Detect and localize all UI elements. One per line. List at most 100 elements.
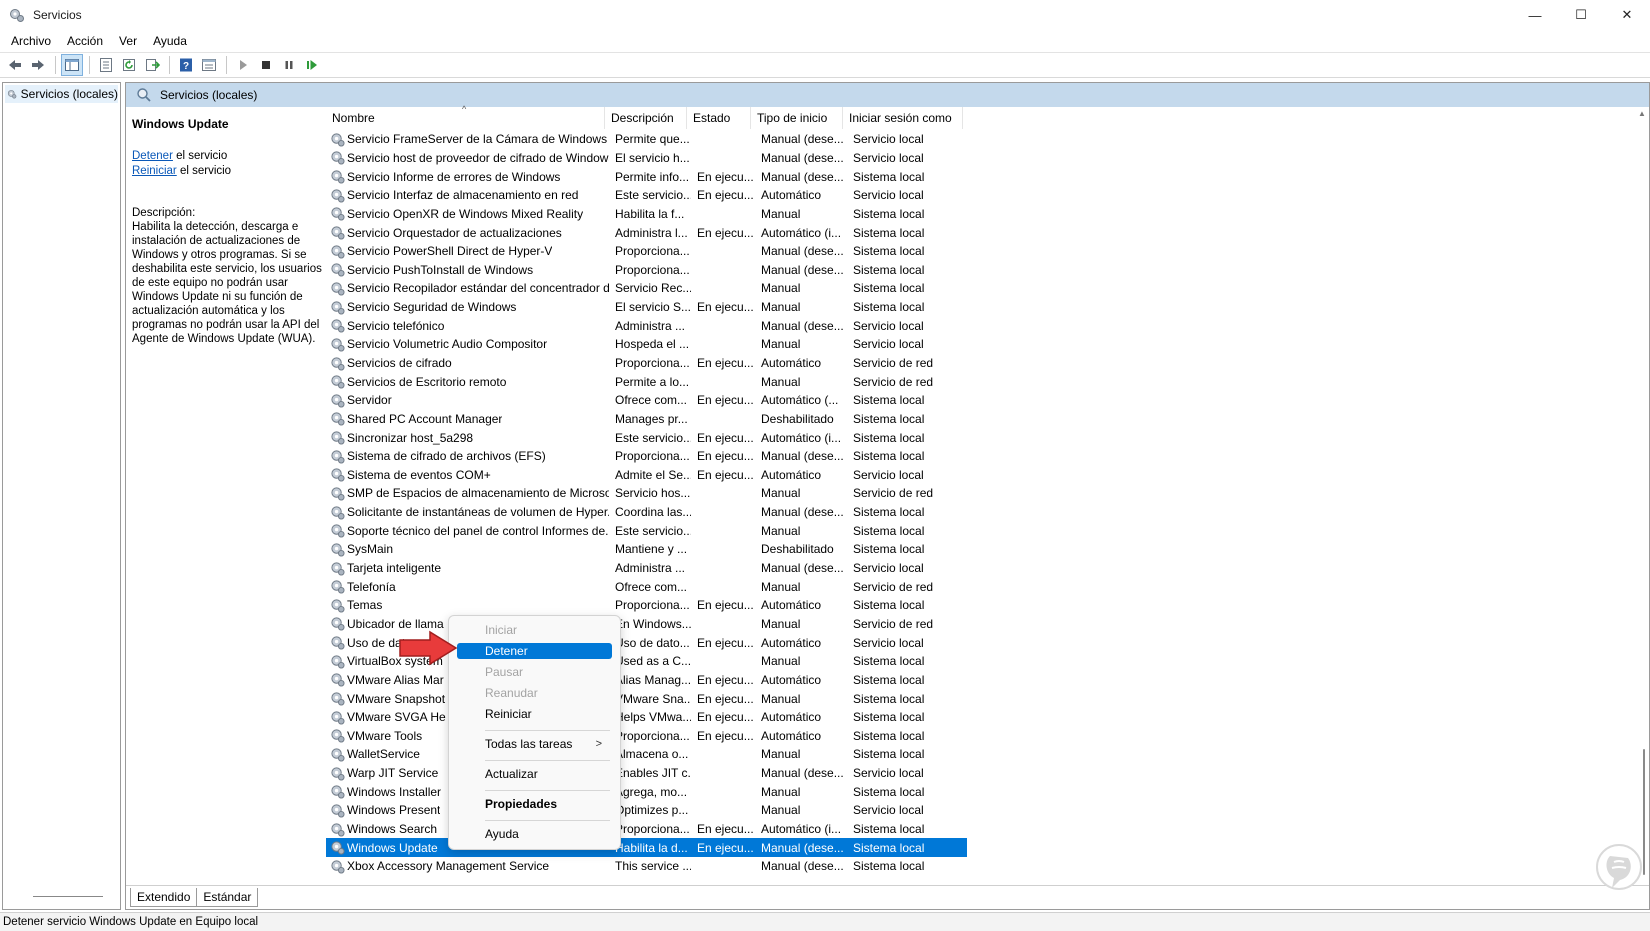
cell-estado: En ejecu... [697,300,754,315]
column-header-tipo-inicio[interactable]: Tipo de inicio [751,107,843,129]
table-row[interactable]: Xbox Accessory Management Service This se… [326,857,967,876]
svg-text:?: ? [183,61,189,72]
column-header-iniciar-sesion[interactable]: Iniciar sesión como [843,107,963,129]
table-row[interactable]: Servicio PowerShell Direct de Hyper-V Pro… [326,242,967,261]
table-row[interactable]: Warp JIT Service Enables JIT c... Manual (… [326,764,967,783]
menu-ayuda[interactable]: Ayuda [145,34,195,48]
table-row[interactable]: Shared PC Account Manager Manages pr... De… [326,410,967,429]
stop-service-link[interactable]: Detener [132,150,173,162]
table-row[interactable]: Servicio telefónico Administra ... Manual … [326,316,967,335]
table-row[interactable]: Servicio PushToInstall de Windows Proporc… [326,260,967,279]
cell-estado: En ejecu... [697,691,754,706]
table-row[interactable]: Soporte técnico del panel de control Inf… [326,521,967,540]
cell-tipo-inicio: Automático [761,710,822,725]
column-header-nombre[interactable]: ^ Nombre [326,104,605,129]
restart-icon[interactable] [301,54,323,76]
table-row[interactable]: Servicio Recopilador estándar del concen… [326,279,967,298]
cell-iniciar-sesion: Servicio de red [853,579,934,594]
table-row[interactable]: Servicio host de proveedor de cifrado de… [326,149,967,168]
menu-item-pausar[interactable]: Pausar [457,664,612,680]
table-row[interactable]: Servicio FrameServer de la Cámara de Win… [326,130,967,149]
table-row[interactable]: Temas Proporciona... En ejecu... Automático… [326,596,967,615]
service-gear-icon [331,561,345,576]
table-row[interactable]: Servicio Interfaz de almacenamiento en r… [326,186,967,205]
menu-item-actualizar[interactable]: Actualizar [457,766,612,782]
export-icon[interactable] [141,54,163,76]
tree-item-servicios-locales[interactable]: Servicios (locales) [5,85,118,103]
table-row[interactable]: Windows Update Habilita la d... En ejecu..… [326,838,967,857]
column-label: Nombre [332,111,375,125]
menu-item-iniciar[interactable]: Iniciar [457,622,612,638]
service-name: SysMain [347,542,394,557]
cell-iniciar-sesion: Servicio de red [853,616,934,631]
start-icon[interactable] [232,54,254,76]
column-header-estado[interactable]: Estado [687,107,751,129]
table-row[interactable]: Telefonía Ofrece com... Manual Servicio de … [326,577,967,596]
table-row[interactable]: Sincronizar host_5a298 Este servicio... En… [326,428,967,447]
table-row[interactable]: Sistema de eventos COM+ Admite el Se... En… [326,466,967,485]
menu-item-reiniciar[interactable]: Reiniciar [457,706,612,722]
pause-icon[interactable] [278,54,300,76]
column-header-descripcion[interactable]: Descripción [605,107,687,129]
forward-icon[interactable] [27,54,49,76]
column-headers: ^ Nombre Descripción Estado Tipo de inic… [326,104,963,129]
table-row[interactable]: Windows Installer Agrega, mo... Manual Sist… [326,782,967,801]
table-row[interactable]: Servicio Informe de errores de Windows Pe… [326,167,967,186]
vertical-scrollbar[interactable]: ▲ [1635,107,1649,879]
cell-estado: En ejecu... [697,672,754,687]
tab-extendido[interactable]: Extendido [130,888,198,907]
restart-service-link[interactable]: Reiniciar [132,165,177,177]
console-tree-icon[interactable] [61,54,83,76]
minimize-button[interactable]: — [1512,0,1558,30]
help-icon[interactable]: ? [175,54,197,76]
service-name: VMware Alias Mar [347,672,444,687]
table-row[interactable]: SMP de Espacios de almacenamiento de Mic… [326,484,967,503]
tree-scrollbar[interactable] [33,896,103,897]
table-row[interactable]: WalletService Almacena o... Manual Sistema … [326,745,967,764]
menu-item-reanudar[interactable]: Reanudar [457,685,612,701]
service-gear-icon [331,245,345,259]
table-row[interactable]: VMware Snapshot VMware Sna... En ejecu... M… [326,689,967,708]
table-row[interactable]: Servicio Orquestador de actualizaciones A… [326,223,967,242]
service-gear-icon [331,617,345,631]
table-row[interactable]: Solicitante de instantáneas de volumen d… [326,503,967,522]
table-row[interactable]: Servicios de Escritorio remoto Permite a … [326,372,967,391]
table-row[interactable]: SysMain Mantiene y ... Deshabilitado Sistem… [326,540,967,559]
service-name: Sistema de cifrado de archivos (EFS) [347,449,546,464]
table-row[interactable]: Servicio Seguridad de Windows El servicio… [326,298,967,317]
maximize-button[interactable]: ☐ [1558,0,1604,30]
service-name: Servidor [347,393,392,408]
table-row[interactable]: Servicio Volumetric Audio Compositor Hosp… [326,335,967,354]
service-name: Servicios de Escritorio remoto [347,374,507,389]
cell-tipo-inicio: Manual (dese... [761,859,844,874]
cell-iniciar-sesion: Servicio local [853,132,924,147]
view-icon[interactable] [198,54,220,76]
table-row[interactable]: Windows Search Proporciona... En ejecu... A… [326,820,967,839]
refresh-icon[interactable] [118,54,140,76]
cell-descripcion: Enables JIT c... [615,766,691,781]
stop-icon[interactable] [255,54,277,76]
scroll-up-icon[interactable]: ▲ [1638,109,1646,118]
menu-ver[interactable]: Ver [111,34,145,48]
table-row[interactable]: VMware SVGA He Helps VMwa... En ejecu... Au… [326,708,967,727]
table-row[interactable]: Sistema de cifrado de archivos (EFS) Prop… [326,447,967,466]
table-row[interactable]: Servicio OpenXR de Windows Mixed Reality… [326,205,967,224]
service-name: Windows Update [347,840,438,855]
menu-item-ayuda[interactable]: Ayuda [457,826,612,842]
menu-archivo[interactable]: Archivo [3,34,59,48]
table-row[interactable]: Servidor Ofrece com... En ejecu... Automáti… [326,391,967,410]
menu-accion[interactable]: Acción [59,34,111,48]
properties-icon[interactable] [95,54,117,76]
cell-nombre: Sincronizar host_5a298 [326,430,609,445]
menu-item-todas-las-tareas[interactable]: Todas las tareas > [457,736,612,752]
table-row[interactable]: VMware Tools Proporciona... En ejecu... Aut… [326,727,967,746]
table-row[interactable]: Windows Present Optimizes p... Manual Servi… [326,801,967,820]
close-button[interactable]: ✕ [1604,0,1650,30]
table-row[interactable]: Tarjeta inteligente Administra ... Manual … [326,559,967,578]
menu-item-detener[interactable]: Detener [457,643,612,659]
back-icon[interactable] [4,54,26,76]
table-row[interactable]: VMware Alias Mar Alias Manag... En ejecu..… [326,671,967,690]
table-row[interactable]: Servicios de cifrado Proporciona... En eje… [326,354,967,373]
menu-item-propiedades[interactable]: Propiedades [457,796,612,812]
tab-estandar[interactable]: Estándar [196,888,259,907]
